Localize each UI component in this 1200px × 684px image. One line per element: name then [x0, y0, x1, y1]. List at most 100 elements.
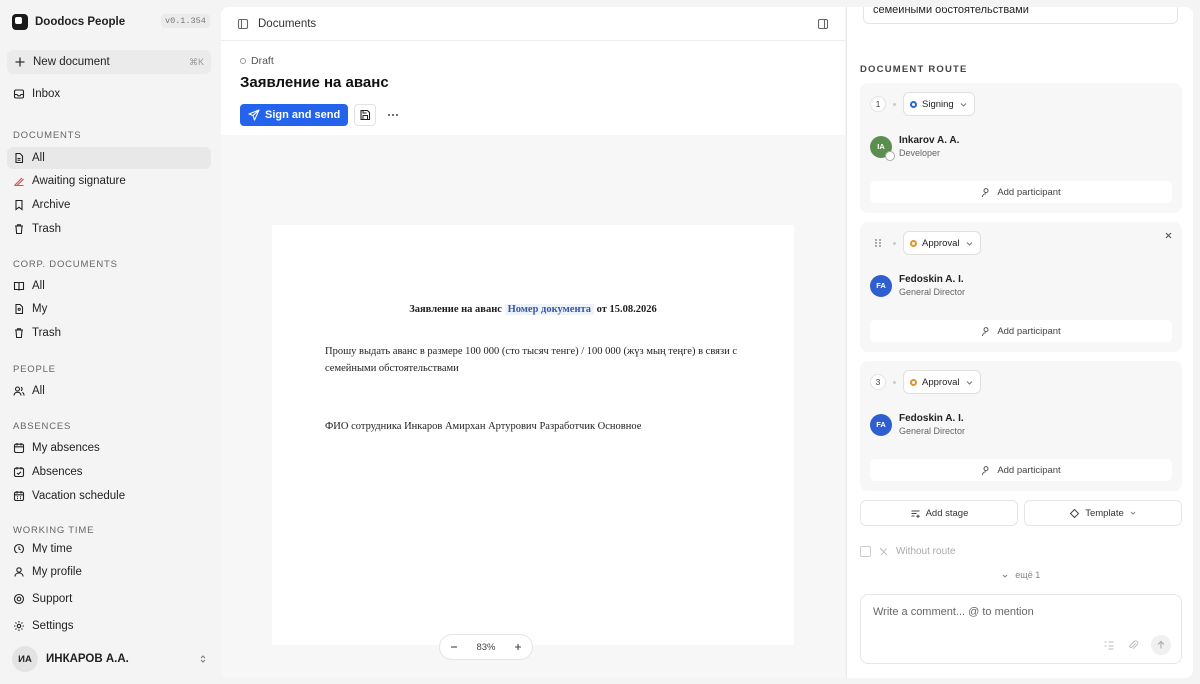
chevron-down-icon	[1001, 572, 1009, 580]
without-route-label: Without route	[896, 546, 956, 557]
stage-type-select[interactable]: Signing	[903, 92, 975, 116]
zoom-out-icon[interactable]	[449, 642, 459, 652]
sidebar-item-absences[interactable]: Absences	[7, 461, 211, 483]
stage-type-dot-icon	[910, 378, 917, 386]
show-more-button[interactable]: ещё 1	[847, 570, 1193, 580]
sidebar-item-my-time[interactable]: My time	[7, 541, 211, 553]
document-canvas: Заявление на аванс Номер документа от 15…	[221, 135, 845, 678]
zoom-control: 83%	[439, 634, 533, 660]
sidebar-item-label: All	[32, 385, 45, 397]
sidebar-item-vacation-schedule[interactable]: Vacation schedule	[7, 485, 211, 507]
template-button[interactable]: Template	[1024, 500, 1182, 526]
add-participant-label: Add participant	[997, 325, 1061, 337]
more-horizontal-icon	[387, 113, 399, 117]
document-heading: Заявление на аванс Номер документа от 15…	[272, 304, 794, 315]
breadcrumb[interactable]: Documents	[258, 18, 316, 30]
sidebar-item-corp-trash[interactable]: Trash	[7, 322, 211, 344]
stage-type-select[interactable]: Approval	[903, 231, 981, 255]
sidebar-item-corp-my[interactable]: My	[7, 298, 211, 320]
sidebar-toggle-icon[interactable]	[237, 18, 249, 30]
route-stage: 1 Signing IA Inkarov A. A. Developer Add…	[860, 83, 1182, 213]
calendar-grid-icon	[13, 490, 25, 502]
comment-input[interactable]: Write a comment... @ to mention	[873, 606, 1034, 618]
calendar-check-icon	[13, 466, 25, 478]
add-participant-label: Add participant	[997, 464, 1061, 476]
sidebar-item-corp-all[interactable]: All	[7, 275, 211, 297]
add-participant-button[interactable]: Add participant	[870, 459, 1172, 481]
template-icon	[1069, 508, 1080, 519]
app-logo-icon	[12, 14, 28, 30]
user-menu[interactable]: ИА ИНКАРОВ А.А.	[12, 645, 208, 673]
sidebar-item-inbox[interactable]: Inbox	[7, 83, 211, 105]
stage-number: 1	[870, 96, 886, 112]
route-stage: 3 Approval FA Fedoskin A. I. General Dir…	[860, 361, 1182, 491]
document-fio: ФИО сотрудника Инкаров Амирхан Артурович…	[325, 421, 642, 432]
participant-name: Fedoskin A. I.	[899, 274, 964, 285]
paperclip-icon[interactable]	[1127, 639, 1139, 651]
section-corp-documents: CORP. DOCUMENTS	[13, 259, 118, 270]
sidebar-item-archive[interactable]: Archive	[7, 194, 211, 216]
panel-toggle-icon[interactable]	[817, 18, 829, 30]
add-participant-label: Add participant	[997, 186, 1061, 198]
page-title: Заявление на аванс	[240, 74, 389, 91]
user-plus-icon	[981, 187, 992, 198]
new-document-button[interactable]: New document ⌘K	[7, 50, 211, 74]
section-documents: DOCUMENTS	[13, 130, 82, 141]
more-actions-button[interactable]	[382, 104, 404, 126]
document-body: Прошу выдать аванс в размере 100 000 (ст…	[325, 346, 738, 374]
chevron-down-icon	[1129, 509, 1137, 517]
add-participant-button[interactable]: Add participant	[870, 181, 1172, 203]
zoom-in-icon[interactable]	[513, 642, 523, 652]
section-working-time: WORKING TIME	[13, 525, 95, 536]
participant[interactable]: FA Fedoskin A. I. General Director	[870, 413, 965, 436]
trash-icon	[13, 327, 25, 339]
calendar-icon	[13, 442, 25, 454]
sidebar-item-label: All	[32, 280, 45, 292]
sidebar-item-label: My absences	[32, 442, 100, 454]
sidebar-item-people-all[interactable]: All	[7, 380, 211, 402]
participant-role: General Director	[899, 426, 966, 436]
comment-box[interactable]: Write a comment... @ to mention	[860, 594, 1182, 664]
avatar: FA	[870, 274, 892, 297]
template-label: Template	[1085, 507, 1124, 519]
stage-type-dot-icon	[910, 239, 917, 247]
stage-type-select[interactable]: Approval	[903, 370, 981, 394]
document-number-field[interactable]: Номер документа	[504, 304, 595, 315]
chevron-down-icon	[959, 100, 968, 109]
participant[interactable]: FA Fedoskin A. I. General Director	[870, 274, 965, 297]
send-comment-button[interactable]	[1151, 635, 1171, 655]
sidebar-item-trash[interactable]: Trash	[7, 218, 211, 240]
without-route-toggle[interactable]: Without route	[860, 546, 955, 557]
without-route-checkbox[interactable]	[860, 546, 871, 557]
participant-name: Fedoskin A. I.	[899, 413, 964, 424]
close-icon[interactable]	[1164, 231, 1173, 240]
avatar: FA	[870, 413, 892, 436]
sidebar-item-settings[interactable]: Settings	[7, 615, 211, 637]
separator-dot	[893, 380, 896, 384]
plus-icon	[14, 56, 26, 68]
save-button[interactable]	[354, 104, 377, 126]
reason-field[interactable]: семейными обстоятельствами	[863, 7, 1178, 24]
participant[interactable]: IA Inkarov A. A. Developer	[870, 135, 959, 161]
brand[interactable]: Doodocs People	[12, 12, 125, 32]
add-stage-button[interactable]: Add stage	[860, 500, 1018, 526]
sidebar-item-documents-all[interactable]: All	[7, 147, 211, 169]
participant-role: Developer	[899, 148, 941, 158]
document-editor: Documents Draft Заявление на аванс Sign …	[221, 7, 845, 678]
sidebar-item-my-profile[interactable]: My profile	[7, 561, 211, 583]
users-icon	[13, 385, 25, 397]
separator-dot	[893, 241, 896, 245]
drag-handle-icon[interactable]	[870, 238, 886, 248]
arrow-up-icon	[1156, 640, 1166, 650]
sidebar-item-label: Inbox	[32, 88, 61, 100]
status-dot-icon	[240, 58, 246, 64]
sidebar-item-my-absences[interactable]: My absences	[7, 437, 211, 459]
checklist-icon[interactable]	[1103, 639, 1115, 651]
sidebar-item-awaiting-signature[interactable]: Awaiting signature	[7, 170, 211, 192]
document-actions: Sign and send	[240, 104, 404, 126]
sign-and-send-button[interactable]: Sign and send	[240, 104, 349, 126]
sidebar-item-support[interactable]: Support	[7, 588, 211, 610]
section-absences: ABSENCES	[13, 421, 72, 432]
send-icon	[248, 109, 260, 121]
add-participant-button[interactable]: Add participant	[870, 320, 1172, 342]
